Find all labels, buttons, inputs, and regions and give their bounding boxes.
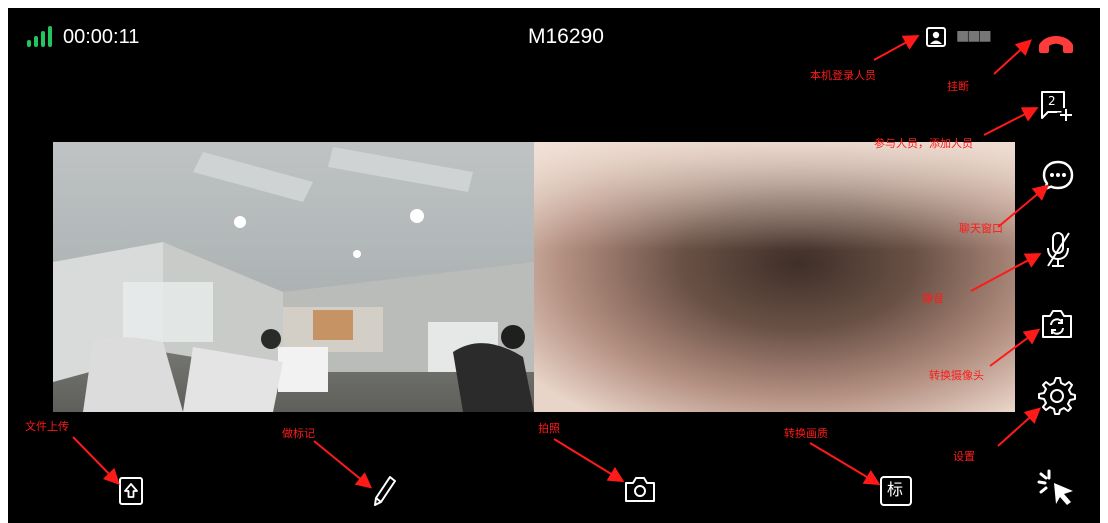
upload-file-button[interactable] [118,476,144,506]
switch-camera-button[interactable] [1039,307,1075,341]
mute-button[interactable] [1040,230,1076,270]
mark-button[interactable] [372,474,398,508]
annotation-quality: 转换画质 [784,427,828,440]
annotation-switch-camera: 转换摄像头 [929,369,984,382]
participants-count: 2 [1048,94,1056,108]
participants-button[interactable]: 2 [1038,88,1076,124]
gear-icon [1038,377,1076,415]
signal-bars-icon [27,26,53,48]
mic-muted-icon [1047,232,1070,267]
call-timer: 00:00:11 [63,26,140,48]
annotation-chat: 聊天窗口 [959,222,1003,235]
annotation-mark: 做标记 [282,427,315,440]
quality-button[interactable]: 标 [879,475,912,506]
settings-button[interactable] [1037,376,1077,416]
hangup-button[interactable] [1035,24,1077,60]
switch-camera-icon [1042,310,1072,338]
participants-add-icon [1041,91,1072,122]
annotation-local-user: 本机登录人员 [810,69,876,82]
remote-video-office [53,142,534,412]
annotation-photo: 拍照 [538,422,560,435]
local-user-name: ■■■ [956,28,992,44]
pointer-icon [1037,469,1073,505]
annotation-settings: 设置 [953,450,975,463]
local-user-icon[interactable] [926,27,946,47]
annotation-upload: 文件上传 [25,420,69,433]
chat-icon [1042,160,1074,191]
meeting-id: M16290 [528,25,604,48]
camera-icon [625,477,655,502]
video-call-screen: 00:00:11 M16290 ■■■ 2 标 本机登录人员 挂断 参与人员，添… [8,8,1100,523]
annotation-mute: 静音 [922,292,944,305]
hangup-icon [1039,36,1073,53]
chat-button[interactable] [1040,158,1076,194]
pointer-button[interactable] [1035,467,1077,509]
annotation-participants: 参与人员，添加人员 [874,137,973,150]
annotation-hangup: 挂断 [947,80,969,93]
upload-file-icon [119,477,143,505]
pencil-icon [374,476,396,506]
quality-label: 标 [886,480,903,499]
photo-button[interactable] [623,474,657,504]
